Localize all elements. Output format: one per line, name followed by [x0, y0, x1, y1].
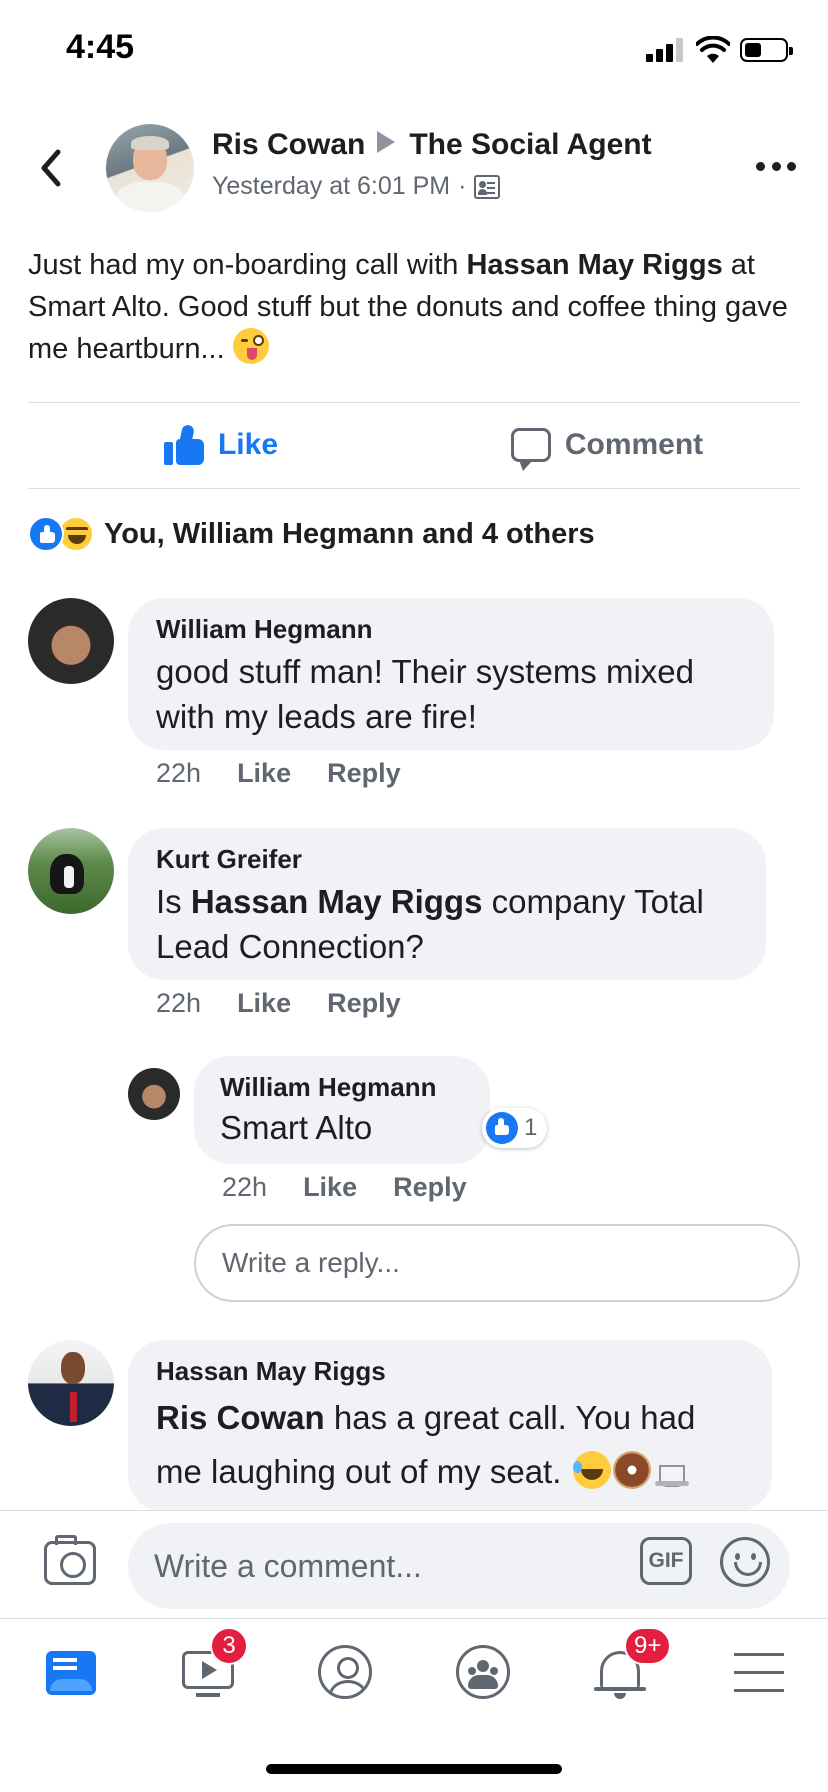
reply-author-name[interactable]: William Hegmann — [220, 1072, 464, 1103]
reaction-count-value: 1 — [524, 1114, 538, 1141]
post-text-part: Just had my on-boarding call with — [28, 249, 467, 281]
post-mention[interactable]: Hassan May Riggs — [466, 249, 722, 281]
comment-button[interactable]: Comment — [414, 402, 800, 488]
back-chevron-icon[interactable] — [36, 148, 66, 188]
like-label: Like — [217, 428, 279, 461]
commenter-name[interactable]: William Hegmann — [156, 614, 746, 645]
post-body: Just had my on-boarding call with Hassan… — [28, 244, 808, 370]
meta-separator: · — [458, 172, 467, 200]
battery-icon — [740, 38, 793, 62]
divider — [28, 488, 800, 489]
watch-badge: 3 — [210, 1627, 248, 1665]
commenter-name[interactable]: Kurt Greifer — [156, 844, 738, 875]
news-feed-tab-icon[interactable] — [44, 1643, 104, 1703]
reply-like-link[interactable]: Like — [303, 1172, 357, 1203]
gif-button[interactable]: GIF — [640, 1537, 692, 1585]
write-reply-input[interactable]: Write a reply... — [194, 1224, 800, 1302]
reply-meta: 22h Like Reply — [222, 1172, 467, 1203]
like-reaction-icon — [28, 516, 64, 552]
menu-hamburger-icon[interactable] — [732, 1643, 792, 1703]
winking-tongue-emoji — [232, 328, 269, 364]
reactions-summary[interactable]: You, William Hegmann and 4 others — [28, 516, 595, 552]
comment-composer: Write a comment... GIF — [0, 1510, 828, 1618]
comment-like-link[interactable]: Like — [237, 988, 291, 1019]
reply-text: Smart Alto — [220, 1109, 373, 1146]
comment-mention[interactable]: Ris Cowan — [156, 1399, 325, 1436]
notifications-badge: 9+ — [624, 1627, 672, 1665]
coffee-emoji — [653, 1451, 691, 1489]
wifi-icon — [696, 36, 730, 63]
reply-author-avatar[interactable] — [128, 1068, 180, 1120]
commenter-avatar[interactable] — [28, 1340, 114, 1426]
thumbs-up-icon — [163, 423, 204, 465]
status-bar: 4:45 — [0, 0, 828, 100]
camera-icon[interactable] — [44, 1535, 96, 1585]
bottom-tab-bar: 3 9+ — [0, 1618, 828, 1732]
post-author-line[interactable]: Ris Cowan The Social Agent — [212, 128, 652, 162]
group-audience-icon — [474, 174, 501, 199]
reply-reply-link[interactable]: Reply — [393, 1172, 467, 1203]
comment-text: Ris Cowan has a great call. You had me l… — [156, 1391, 744, 1499]
post-author-name[interactable]: Ris Cowan — [212, 128, 365, 161]
comment-bubble: Hassan May Riggs Ris Cowan has a great c… — [128, 1340, 772, 1512]
comment-placeholder: Write a comment... — [154, 1547, 422, 1584]
reply-bubble: William Hegmann Smart Alto — [194, 1056, 490, 1164]
comment-label: Comment — [564, 428, 704, 461]
reactions-text: You, William Hegmann and 4 others — [104, 517, 595, 550]
post-timestamp[interactable]: Yesterday at 6:01 PM — [212, 172, 450, 201]
post-author-avatar[interactable] — [106, 124, 194, 212]
groups-tab-icon[interactable] — [454, 1643, 514, 1703]
more-options-icon[interactable] — [756, 162, 796, 174]
comment-bubble-icon — [510, 428, 551, 471]
comment-reply-link[interactable]: Reply — [327, 988, 401, 1019]
post-action-bar: Like Comment — [28, 402, 800, 488]
comment-bubble: Kurt Greifer Is Hassan May Riggs company… — [128, 828, 766, 980]
like-reaction-icon — [486, 1112, 518, 1144]
comment-like-link[interactable]: Like — [237, 758, 291, 789]
reply-time[interactable]: 22h — [222, 1172, 267, 1203]
comment-mention[interactable]: Hassan May Riggs — [191, 883, 483, 920]
cellular-signal-icon — [646, 38, 686, 62]
comment-reply-link[interactable]: Reply — [327, 758, 401, 789]
status-time: 4:45 — [66, 28, 135, 66]
post-meta: Yesterday at 6:01 PM · — [212, 172, 501, 201]
donut-emoji — [612, 1451, 651, 1489]
comment-meta: 22h Like Reply — [156, 758, 401, 789]
comment-text-part: Is — [156, 883, 191, 920]
laughing-tears-emoji — [572, 1451, 611, 1489]
comment-text: good stuff man! Their systems mixed with… — [156, 653, 695, 735]
emoji-smiley-icon[interactable] — [720, 1537, 770, 1587]
comment-bubble: William Hegmann good stuff man! Their sy… — [128, 598, 774, 750]
comment-time[interactable]: 22h — [156, 758, 201, 789]
profile-tab-icon[interactable] — [316, 1643, 376, 1703]
comment-time[interactable]: 22h — [156, 988, 201, 1019]
comment-meta: 22h Like Reply — [156, 988, 401, 1019]
commenter-avatar[interactable] — [28, 598, 114, 684]
commenter-avatar[interactable] — [28, 828, 114, 914]
home-indicator[interactable] — [266, 1764, 562, 1774]
comment-text: Is Hassan May Riggs company Total Lead C… — [156, 879, 738, 969]
reply-placeholder: Write a reply... — [222, 1247, 400, 1278]
commenter-name[interactable]: Hassan May Riggs — [156, 1356, 744, 1387]
shared-to-arrow-icon — [377, 131, 396, 153]
post-target-name[interactable]: The Social Agent — [409, 128, 651, 161]
reply-reaction-count[interactable]: 1 — [482, 1108, 548, 1148]
like-button[interactable]: Like — [28, 402, 414, 488]
